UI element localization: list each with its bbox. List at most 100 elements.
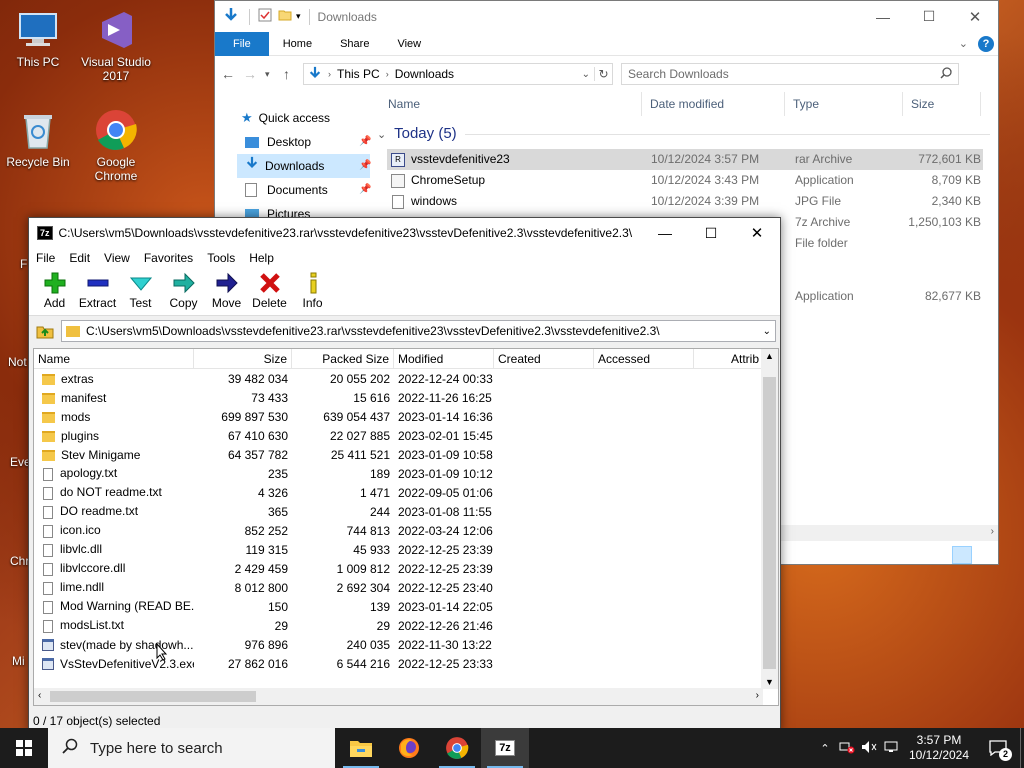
breadcrumb-this-pc[interactable]: This PC bbox=[337, 67, 380, 81]
archive-row[interactable]: apology.txt 235 189 2023-01-09 10:12 bbox=[34, 464, 778, 483]
forward-arrow-icon[interactable]: → bbox=[243, 66, 265, 82]
explorer-file-row[interactable]: ChromeSetup 10/12/2024 3:43 PM Applicati… bbox=[387, 170, 981, 191]
explorer-file-row[interactable]: windows 10/12/2024 3:39 PM JPG File 2,34… bbox=[387, 191, 981, 212]
vertical-scrollbar[interactable]: ▲ ▼ bbox=[761, 349, 778, 689]
maximize-button[interactable]: ☐ bbox=[906, 8, 952, 25]
column-header-packed-size[interactable]: Packed Size bbox=[292, 349, 394, 368]
horizontal-scrollbar[interactable]: › bbox=[781, 525, 998, 541]
move-button[interactable]: Move bbox=[205, 268, 248, 310]
ribbon-tab-home[interactable]: Home bbox=[269, 32, 326, 56]
archive-row[interactable]: mods 699 897 530 639 054 437 2023-01-14 16:… bbox=[34, 407, 778, 426]
desktop-icon-visual-studio[interactable]: Visual Studio 2017 bbox=[78, 8, 154, 83]
nav-quick-access[interactable]: ★ Quick access bbox=[241, 106, 330, 130]
archive-row[interactable]: do NOT readme.txt 4 326 1 471 2022-09-05 01… bbox=[34, 483, 778, 502]
column-header-type[interactable]: Type bbox=[785, 92, 903, 116]
search-downloads-input[interactable]: Search Downloads bbox=[621, 63, 959, 85]
scroll-left-icon[interactable]: ‹ bbox=[38, 690, 41, 701]
large-icons-view-button[interactable] bbox=[975, 546, 993, 564]
archive-row[interactable]: manifest 73 433 15 616 2022-11-26 16:25 bbox=[34, 388, 778, 407]
archive-row[interactable]: plugins 67 410 630 22 027 885 2023-02-01 15… bbox=[34, 426, 778, 445]
quick-access-dropdown-icon[interactable]: ▾ bbox=[296, 11, 301, 22]
info-button[interactable]: Info bbox=[291, 268, 334, 310]
test-button[interactable]: Test bbox=[119, 268, 162, 310]
horizontal-scrollbar[interactable]: ‹ › bbox=[34, 688, 763, 705]
archive-row[interactable]: stev(made by shadowh... 976 896 240 035 202… bbox=[34, 635, 778, 654]
explorer-file-row[interactable]: Rvsstevdefenitive23 10/12/2024 3:57 PM r… bbox=[387, 149, 983, 170]
desktop-icon-chrome[interactable]: Google Chrome bbox=[78, 108, 154, 183]
refresh-icon[interactable]: ↻ bbox=[594, 67, 612, 81]
taskbar-chrome[interactable] bbox=[433, 728, 481, 768]
desktop-icon-recycle-bin[interactable]: Recycle Bin bbox=[0, 108, 76, 169]
close-button[interactable]: ✕ bbox=[952, 8, 998, 26]
column-header-size[interactable]: Size bbox=[194, 349, 292, 368]
extract-button[interactable]: Extract bbox=[76, 268, 119, 310]
nav-desktop[interactable]: Desktop 📌 bbox=[245, 130, 371, 154]
recent-locations-icon[interactable]: ▾ bbox=[265, 69, 283, 80]
details-view-button[interactable] bbox=[952, 546, 972, 564]
breadcrumb-downloads[interactable]: Downloads bbox=[395, 67, 454, 81]
menu-favorites[interactable]: Favorites bbox=[137, 251, 200, 265]
column-header-name[interactable]: Name bbox=[380, 92, 642, 116]
nav-documents[interactable]: Documents 📌 bbox=[245, 178, 371, 202]
column-header-name[interactable]: Name bbox=[34, 349, 194, 368]
archive-row[interactable]: extras 39 482 034 20 055 202 2022-12-24 00:… bbox=[34, 369, 778, 388]
sevenzip-path-input[interactable]: C:\Users\vm5\Downloads\vsstevdefenitive2… bbox=[61, 320, 776, 342]
delete-button[interactable]: Delete bbox=[248, 268, 291, 310]
action-center-button[interactable]: 2 bbox=[976, 728, 1020, 768]
up-folder-icon[interactable] bbox=[33, 320, 57, 342]
start-button[interactable] bbox=[0, 728, 48, 768]
menu-tools[interactable]: Tools bbox=[200, 251, 242, 265]
path-dropdown-icon[interactable]: ⌄ bbox=[763, 326, 771, 337]
help-icon[interactable]: ? bbox=[978, 35, 994, 52]
horizontal-scroll-thumb[interactable] bbox=[50, 691, 256, 702]
menu-edit[interactable]: Edit bbox=[62, 251, 97, 265]
add-button[interactable]: Add bbox=[33, 268, 76, 310]
taskbar-firefox[interactable] bbox=[385, 728, 433, 768]
column-header-modified[interactable]: Modified bbox=[394, 349, 494, 368]
archive-row[interactable]: VsStevDefenitiveV2.3.exe 27 862 016 6 544 … bbox=[34, 654, 778, 673]
desktop-icon-this-pc[interactable]: This PC bbox=[0, 8, 76, 69]
show-desktop-button[interactable] bbox=[1020, 728, 1024, 768]
copy-button[interactable]: Copy bbox=[162, 268, 205, 310]
column-header-date-modified[interactable]: Date modified bbox=[642, 92, 785, 116]
up-arrow-icon[interactable]: ↑ bbox=[283, 66, 303, 82]
address-dropdown-icon[interactable]: ⌄ bbox=[582, 69, 590, 80]
address-bar[interactable]: › This PC › Downloads ⌄ ↻ bbox=[303, 63, 613, 85]
network-icon[interactable] bbox=[880, 740, 902, 757]
archive-row[interactable]: Stev Minigame 64 357 782 25 411 521 2023-01… bbox=[34, 445, 778, 464]
back-arrow-icon[interactable]: ← bbox=[221, 66, 243, 82]
menu-help[interactable]: Help bbox=[242, 251, 281, 265]
ribbon-tab-file[interactable]: File bbox=[215, 31, 269, 56]
vertical-scroll-thumb[interactable] bbox=[763, 377, 776, 669]
scroll-up-icon[interactable]: ▲ bbox=[765, 351, 774, 361]
scroll-down-icon[interactable]: ▼ bbox=[765, 677, 774, 687]
archive-row[interactable]: libvlccore.dll 2 429 459 1 009 812 2022-12-… bbox=[34, 559, 778, 578]
minimize-button[interactable]: — bbox=[860, 9, 906, 25]
menu-file[interactable]: File bbox=[29, 251, 62, 265]
maximize-button[interactable]: ☐ bbox=[688, 225, 734, 242]
show-hidden-icons-chevron-icon[interactable]: ⌃ bbox=[814, 742, 836, 755]
minimize-button[interactable]: — bbox=[642, 225, 688, 241]
taskbar-search-box[interactable]: Type here to search bbox=[48, 728, 335, 768]
archive-row[interactable]: DO readme.txt 365 244 2023-01-08 11:55 bbox=[34, 502, 778, 521]
column-header-created[interactable]: Created bbox=[494, 349, 594, 368]
menu-view[interactable]: View bbox=[97, 251, 137, 265]
taskbar-file-explorer[interactable] bbox=[337, 728, 385, 768]
new-folder-icon[interactable] bbox=[278, 8, 292, 25]
close-button[interactable]: ✕ bbox=[734, 224, 780, 242]
ribbon-tab-view[interactable]: View bbox=[383, 32, 435, 56]
archive-row[interactable]: icon.ico 852 252 744 813 2022-03-24 12:06 bbox=[34, 521, 778, 540]
column-header-accessed[interactable]: Accessed bbox=[594, 349, 694, 368]
properties-icon[interactable] bbox=[258, 8, 272, 25]
clock[interactable]: 3:57 PM 10/12/2024 bbox=[902, 733, 976, 763]
archive-row[interactable]: libvlc.dll 119 315 45 933 2022-12-25 23:39 bbox=[34, 540, 778, 559]
archive-row[interactable]: Mod Warning (READ BE... 150 139 2023-01-14 … bbox=[34, 597, 778, 616]
taskbar-sevenzip[interactable]: 7z bbox=[481, 728, 529, 768]
column-header-attrib[interactable]: Attrib bbox=[694, 349, 764, 368]
scroll-right-icon[interactable]: › bbox=[756, 690, 759, 701]
network-disconnected-icon[interactable] bbox=[836, 740, 858, 757]
scroll-right-icon[interactable]: › bbox=[991, 526, 994, 537]
archive-row[interactable]: modsList.txt 29 29 2022-12-26 21:46 bbox=[34, 616, 778, 635]
group-header-today[interactable]: ⌄ Today (5) bbox=[377, 125, 457, 142]
expand-ribbon-icon[interactable]: ⌄ bbox=[959, 37, 968, 50]
